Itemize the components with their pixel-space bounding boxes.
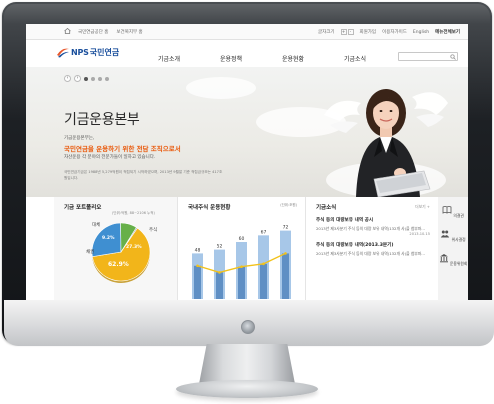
pie-value-bond: 62.9% [108, 261, 129, 268]
stock-trend-point [196, 264, 199, 268]
news-item-title[interactable]: 주식 등의 대량보유 내역 공시 [316, 217, 430, 223]
bezel-glare [4, 4, 490, 24]
nps-logo[interactable]: NPS 국민연금 [56, 46, 119, 58]
hero-accent-text: 국민연금을 운용하기 위한 전담 조직으로서 [64, 145, 181, 153]
nav-item-about[interactable]: 기금소개 [138, 54, 200, 63]
font-size-decrease-button[interactable]: - [347, 29, 354, 35]
monitor-stand-base [176, 380, 318, 398]
woman-with-wings-illustration [324, 89, 448, 197]
stock-inner-bar [238, 266, 245, 299]
news-panel: 기금소식 더보기 + 주식 등의 대량보유 내역 공시 2013년 제3사분기 … [306, 197, 438, 302]
logo-text: NPS [71, 47, 89, 57]
quick-menu: 의결권 위사결정 운용위원회 [438, 197, 468, 302]
utility-link-signup[interactable]: 회원가입 [360, 29, 377, 35]
pie-value-alternative: 9.2% [102, 236, 115, 241]
stock-bar-label: 48 [195, 247, 201, 253]
font-size-increase-button[interactable]: + [340, 29, 347, 35]
nav-item-news[interactable]: 기금소식 [324, 54, 386, 63]
content-area: 기금 포트폴리오 (단위:억원, 88~2106 누적) 대체 주식 채권 9.… [26, 197, 468, 302]
monitor-stand-neck [199, 344, 295, 384]
quick-item-voting[interactable]: 의결권 [438, 205, 468, 219]
font-size-label: 글자크기 [317, 30, 335, 35]
utility-links-right: 글자크기 + - 회원가입 이용자가이드 English 메뉴전체보기 [318, 29, 460, 35]
news-item-title[interactable]: 주식 등의 대량보유 내역(2013.3분기) [316, 242, 430, 248]
power-button[interactable] [241, 320, 255, 334]
slider-prev-button[interactable]: ‹ [64, 75, 71, 82]
stock-bar-chart: 48 52 60 67 72 [192, 225, 291, 299]
utility-links-left: 국민연금공단 홈 보건복지부 홈 [78, 29, 143, 35]
home-icon[interactable] [64, 28, 71, 34]
news-item[interactable]: 주식 등의 대량보유 내역(2013.3분기) 2013년 제3사분기 주식 등… [306, 242, 438, 257]
stock-inner-bar [260, 263, 267, 299]
slider-controls: ‹ › [64, 75, 109, 82]
portfolio-title: 기금 포트폴리오 [64, 205, 102, 211]
slider-next-button[interactable]: › [74, 75, 81, 82]
nav-item-status[interactable]: 운용현황 [262, 54, 324, 63]
hero-title: 기금운용본부 [64, 112, 140, 128]
utility-link-nps-home[interactable]: 국민연금공단 홈 [78, 29, 108, 35]
building-icon [439, 254, 448, 263]
stock-trend-point [262, 262, 265, 266]
news-item-desc: 2013년 제3사분기 주식 등의 대량 보유 내역(132개 사)을 첨부파.… [316, 226, 425, 231]
utility-bar: 국민연금공단 홈 보건복지부 홈 글자크기 + - 회원가입 이용자가이드 En… [26, 24, 468, 40]
utility-link-mohw-home[interactable]: 보건복지부 홈 [116, 29, 142, 35]
stock-inner-bar [282, 253, 289, 299]
news-item[interactable]: 주식 등의 대량보유 내역 공시 2013년 제3사분기 주식 등의 대량 보유… [306, 217, 438, 236]
stock-trend-point [240, 265, 243, 268]
quick-item-label: 위사결정 [451, 237, 466, 242]
slider-dot[interactable] [105, 76, 109, 81]
quick-item-committee[interactable]: 운용위원회 [438, 253, 468, 267]
stock-trend-point [284, 252, 287, 255]
pie-label-bond: 채권 [86, 250, 95, 255]
logo-swoosh-icon [57, 48, 69, 58]
main-navigation: 기금소개 운용정책 운용현황 기금소식 [138, 54, 386, 63]
site-header: NPS 국민연금 기금소개 운용정책 운용현황 기금소식 [26, 40, 468, 67]
news-item-date: 2013.10.15 [409, 231, 430, 236]
stock-trend-point [218, 271, 221, 274]
screen: 국민연금공단 홈 보건복지부 홈 글자크기 + - 회원가입 이용자가이드 En… [26, 24, 468, 302]
portfolio-pie-chart [91, 222, 151, 283]
quick-item-label: 의결권 [453, 213, 464, 218]
quick-item-label: 운용위원회 [449, 261, 468, 266]
hero-note: 국민연금기금은 1988년 5,279억원이 적립되기 시작하였으며, 2013… [64, 170, 223, 180]
portfolio-unit: (단위:억원, 88~2106 누적) [112, 211, 155, 215]
stock-unit: (단위:조원) [280, 203, 297, 207]
stock-bar-label: 60 [239, 236, 245, 242]
slider-dot[interactable] [84, 76, 88, 81]
search-input[interactable] [398, 52, 458, 61]
stock-bar-label: 72 [283, 225, 289, 231]
slider-dot[interactable] [91, 76, 95, 81]
font-size-controls: + - [340, 29, 354, 35]
nav-item-policy[interactable]: 운용정책 [200, 54, 262, 63]
slider-dot[interactable] [98, 76, 102, 81]
book-icon [442, 206, 452, 214]
stock-bar-label: 67 [261, 229, 267, 235]
news-title: 기금소식 [316, 205, 337, 211]
monitor-chin [4, 300, 494, 346]
hero-subtitle: 기금운용본부는, [64, 136, 95, 141]
monitor-frame: 국민연금공단 홈 보건복지부 홈 글자크기 + - 회원가입 이용자가이드 En… [2, 2, 494, 346]
pie-label-stock: 주식 [149, 228, 158, 233]
pie-label-alternative: 대체 [92, 223, 101, 228]
stock-inner-bar [216, 272, 223, 299]
search-icon[interactable] [450, 54, 456, 60]
utility-link-english[interactable]: English [413, 30, 429, 35]
news-item-desc: 2013년 제3사분기 주식 등의 대량 보유 내역(132개 사)을 첨부파.… [316, 250, 425, 256]
utility-link-guide[interactable]: 이용자가이드 [382, 29, 407, 35]
pie-value-stock: 27.3% [126, 245, 142, 250]
quick-item-decision[interactable]: 위사결정 [438, 229, 468, 243]
sitemap-link[interactable]: 메뉴전체보기 [435, 29, 460, 35]
people-icon [441, 230, 450, 238]
portfolio-panel: 기금 포트폴리오 (단위:억원, 88~2106 누적) 대체 주식 채권 9.… [54, 197, 178, 302]
hero-banner: ‹ › 기금운용본부 기금운용본부는, 국민연금을 운용하기 위한 전담 조직으… [26, 67, 468, 197]
news-more-link[interactable]: 더보기 + [415, 204, 430, 210]
stock-bar-label: 52 [217, 244, 223, 250]
hero-description: 자산운용 각 분야의 전문가들이 일하고 있습니다. [64, 155, 156, 160]
cloud-shape [186, 77, 256, 99]
stock-panel: 국내주식 운용현황 (단위:조원) 48 52 60 67 72 [178, 197, 306, 302]
stock-inner-bar [194, 265, 201, 299]
logo-korean-text: 국민연금 [89, 47, 120, 57]
news-header: 기금소식 더보기 + [306, 197, 438, 211]
